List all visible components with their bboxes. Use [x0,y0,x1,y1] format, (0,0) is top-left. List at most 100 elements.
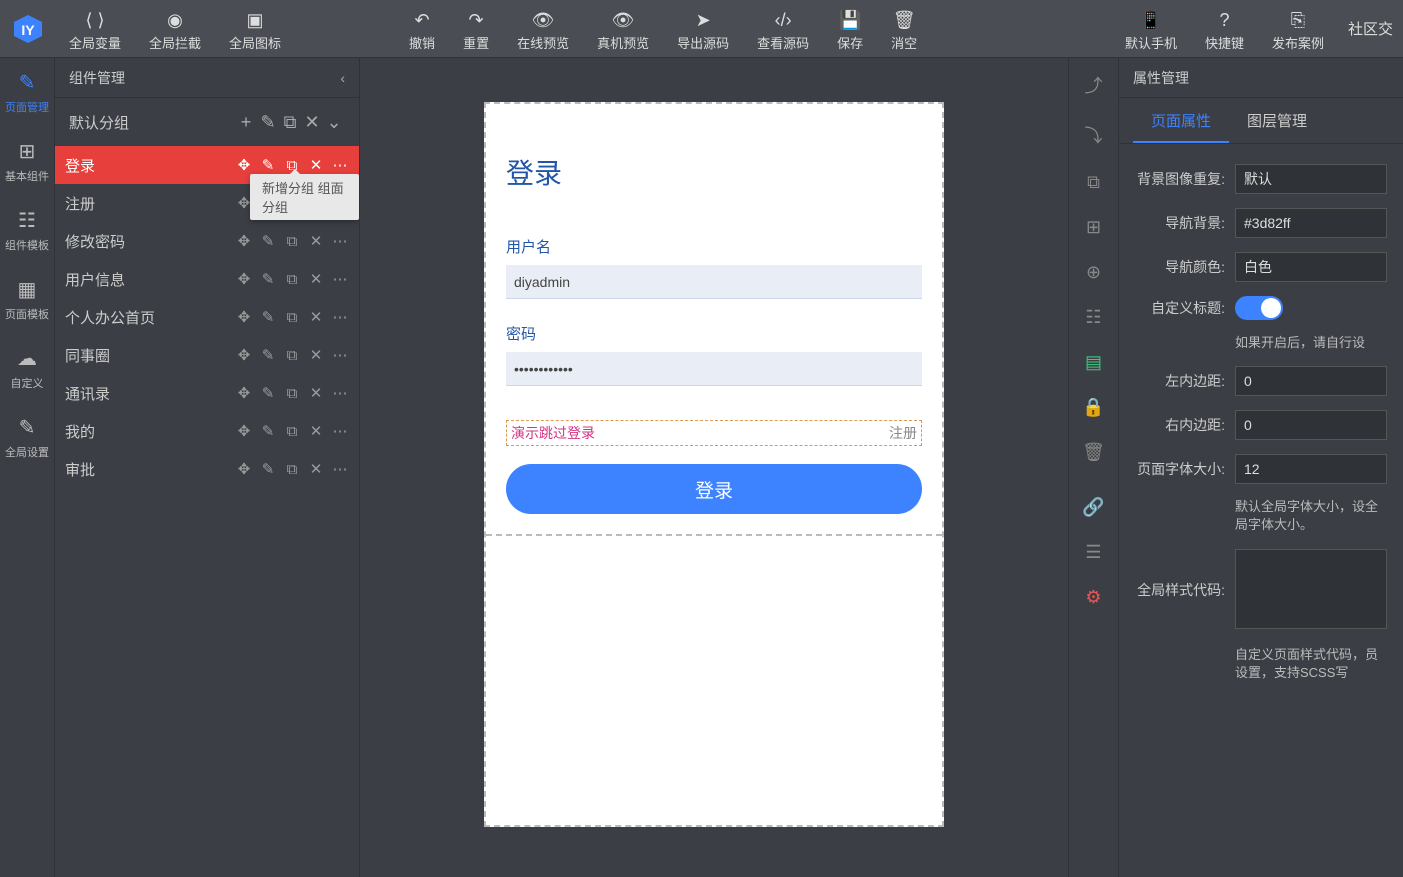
copy-icon[interactable]: ⧉ [283,309,301,326]
tb-left-btn-2[interactable]: ▣全局图标 [215,0,295,58]
move-icon[interactable]: ✥ [235,384,253,402]
collapse-icon[interactable]: ‹ [340,70,345,86]
copy-icon[interactable]: ⧉ [283,347,301,364]
edit-icon[interactable]: ✎ [259,156,277,174]
page-item-5[interactable]: 同事圈✥✎⧉✕⋯ [55,336,359,374]
more-icon[interactable]: ⋯ [331,270,349,288]
close-icon[interactable]: ✕ [307,156,325,174]
tb-center-btn-4[interactable]: ➤导出源码 [663,0,743,58]
page-item-3[interactable]: 用户信息✥✎⧉✕⋯ [55,260,359,298]
username-input[interactable] [506,265,922,299]
download-icon[interactable]: ⤵ [1069,122,1118,148]
move-icon[interactable]: ✥ [235,346,253,364]
close-icon[interactable]: ✕ [301,112,323,133]
password-input[interactable] [506,352,922,386]
extension-icon[interactable]: ☷ [1069,307,1118,328]
more-icon[interactable]: ⋯ [331,156,349,174]
copy-icon[interactable]: ⧉ [1069,172,1118,193]
tb-right-btn-1[interactable]: ?快捷键 [1191,0,1258,58]
rail-item-3[interactable]: ▦页面模板 [0,265,54,334]
more-icon[interactable]: ⋯ [331,346,349,364]
edit-icon[interactable]: ✎ [259,308,277,326]
rail-item-5[interactable]: ✎全局设置 [0,403,54,472]
more-icon[interactable]: ⋯ [331,308,349,326]
rail-item-1[interactable]: ⊞基本组件 [0,127,54,196]
copy-icon[interactable]: ⧉ [279,112,301,133]
page-item-7[interactable]: 我的✥✎⧉✕⋯ [55,412,359,450]
copy-icon[interactable]: ⧉ [283,271,301,288]
tb-center-btn-6[interactable]: 💾保存 [823,0,877,58]
prop-tab-0[interactable]: 页面属性 [1133,98,1229,143]
more-icon[interactable]: ⋯ [331,422,349,440]
login-button[interactable]: 登录 [506,464,922,514]
nav-color-input[interactable] [1235,252,1387,282]
copy-icon[interactable]: ⧉ [283,423,301,440]
gear-icon[interactable]: ⚙ [1069,587,1118,608]
page-item-4[interactable]: 个人办公首页✥✎⧉✕⋯ [55,298,359,336]
edit-icon[interactable]: ✎ [259,270,277,288]
edit-icon[interactable]: ✎ [259,346,277,364]
stack-icon[interactable]: ☰ [1069,542,1118,563]
tb-center-btn-3[interactable]: 👁真机预览 [583,0,663,58]
add-icon[interactable]: + [235,112,257,133]
close-icon[interactable]: ✕ [307,384,325,402]
move-icon[interactable]: ✥ [235,460,253,478]
custom-title-toggle[interactable] [1235,296,1283,320]
tb-left-btn-0[interactable]: ⟨ ⟩全局变量 [55,0,135,58]
add-page-icon[interactable]: ⊕ [1069,262,1118,283]
move-icon[interactable]: ✥ [235,232,253,250]
rail-item-0[interactable]: ✎页面管理 [0,58,54,127]
global-style-input[interactable] [1235,549,1387,629]
tb-center-btn-7[interactable]: 🗑消空 [877,0,931,58]
page-item-2[interactable]: 修改密码✥✎⧉✕⋯ [55,222,359,260]
edit-icon[interactable]: ✎ [259,384,277,402]
puzzle-icon[interactable]: ⊞ [1069,217,1118,238]
community-link[interactable]: 社区交 [1338,0,1403,58]
font-size-input[interactable] [1235,454,1387,484]
edit-icon[interactable]: ✎ [259,460,277,478]
copy-icon[interactable]: ⧉ [283,385,301,402]
move-icon[interactable]: ✥ [235,270,253,288]
tb-center-btn-1[interactable]: ↷重置 [449,0,503,58]
more-icon[interactable]: ⋯ [331,460,349,478]
edit-icon[interactable]: ✎ [259,422,277,440]
layers-icon[interactable]: ▤ [1069,352,1118,373]
prop-tab-1[interactable]: 图层管理 [1229,98,1325,143]
close-icon[interactable]: ✕ [307,270,325,288]
move-icon[interactable]: ✥ [235,422,253,440]
edit-icon[interactable]: ✎ [259,232,277,250]
move-icon[interactable]: ✥ [235,156,253,174]
lock-icon[interactable]: 🔒 [1069,397,1118,418]
nav-bg-input[interactable] [1235,208,1387,238]
skip-login-link[interactable]: 演示跳过登录 [511,423,595,443]
page-item-6[interactable]: 通讯录✥✎⧉✕⋯ [55,374,359,412]
delete-icon[interactable]: 🗑 [1069,442,1118,463]
edit-icon[interactable]: ✎ [257,112,279,133]
upload-icon[interactable]: ⤴ [1069,72,1118,98]
close-icon[interactable]: ✕ [307,346,325,364]
link-icon[interactable]: 🔗 [1069,497,1118,518]
pad-left-input[interactable] [1235,366,1387,396]
move-icon[interactable]: ✥ [235,308,253,326]
rail-item-4[interactable]: ☁自定义 [0,334,54,403]
tb-center-btn-5[interactable]: ‹/›查看源码 [743,0,823,58]
copy-icon[interactable]: ⧉ [283,461,301,478]
pad-right-input[interactable] [1235,410,1387,440]
close-icon[interactable]: ✕ [307,232,325,250]
logo[interactable]: IY [0,0,55,58]
close-icon[interactable]: ✕ [307,422,325,440]
tb-right-btn-2[interactable]: ⎘发布案例 [1258,0,1338,58]
tb-center-btn-2[interactable]: 👁在线预览 [503,0,583,58]
tb-right-btn-0[interactable]: 📱默认手机 [1111,0,1191,58]
rail-item-2[interactable]: ☷组件模板 [0,196,54,265]
copy-icon[interactable]: ⧉ [283,233,301,250]
bg-repeat-input[interactable] [1235,164,1387,194]
close-icon[interactable]: ✕ [307,308,325,326]
close-icon[interactable]: ✕ [307,460,325,478]
register-link[interactable]: 注册 [889,423,917,443]
more-icon[interactable]: ⋯ [331,384,349,402]
more-icon[interactable]: ⋯ [331,232,349,250]
tb-left-btn-1[interactable]: ◉全局拦截 [135,0,215,58]
chevron-down-icon[interactable]: ⌄ [323,112,345,133]
tb-center-btn-0[interactable]: ↶撤销 [395,0,449,58]
